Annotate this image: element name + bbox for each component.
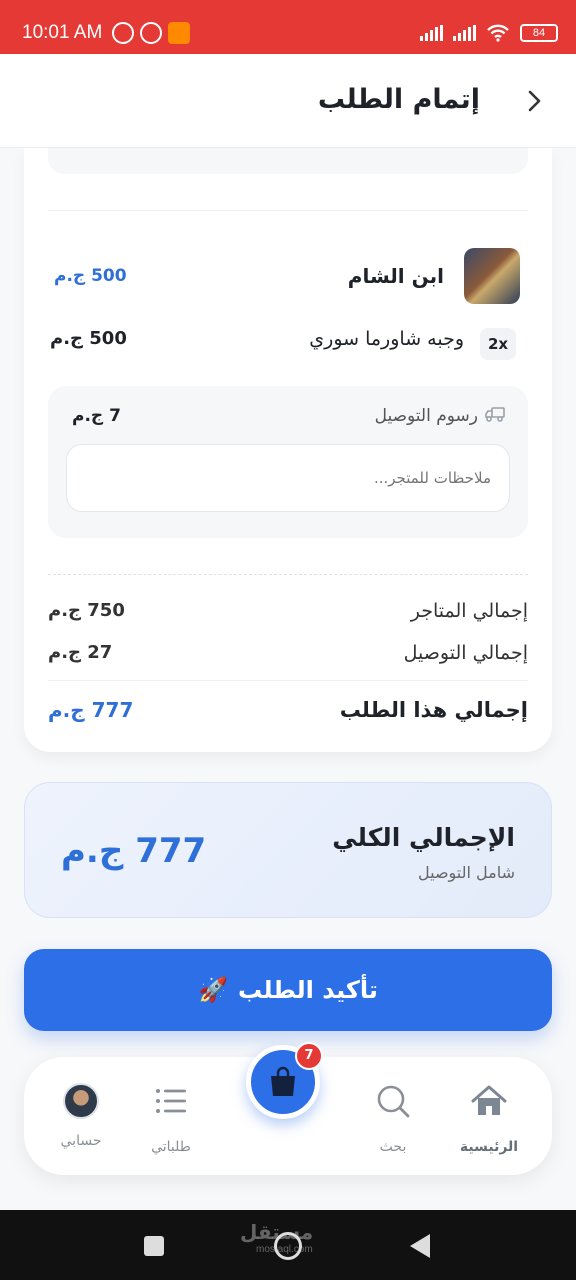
battery-icon: 84 [520,24,558,42]
item-name: وجبه شاورما سوري [309,328,464,350]
alarm-icon [112,22,134,44]
stores-total-value: 750 ج.م [48,600,125,621]
nav-item-orders[interactable]: طلباتي [126,1081,216,1155]
delivery-fee-value: 7 ج.م [72,406,121,426]
dashed-divider [48,574,528,575]
store-notes-input[interactable] [66,444,510,512]
status-system-icons: 84 [420,24,558,42]
order-total-value: 777 ج.م [48,698,134,722]
whatsapp-icon [140,22,162,44]
page-header: إتمام الطلب [0,54,576,148]
delivery-section: رسوم التوصيل 7 ج.م [48,386,528,538]
status-bar: 10:01 AM 84 [0,0,576,54]
delivery-fee-label: رسوم التوصيل [374,406,478,426]
item-quantity-badge: 2x [480,328,516,360]
divider [48,680,528,681]
order-card: ابن الشام 500 ج.م 2x وجبه شاورما سوري 50… [24,148,552,752]
bottom-nav: الرئيسية بحث 7 طلباتي حسابي [24,1042,552,1175]
previous-section-box [48,148,528,174]
order-total-row: إجمالي هذا الطلب 777 ج.م [48,698,528,728]
store-subtotal: 500 ج.م [54,266,127,286]
cart-button[interactable]: 7 [246,1042,323,1119]
back-button[interactable] [410,1234,430,1258]
order-total-label: إجمالي هذا الطلب [339,698,528,722]
chevron-right-icon[interactable] [520,86,548,116]
grand-total-card: الإجمالي الكلي شامل التوصيل 777 ج.م [24,782,552,918]
page-title: إتمام الطلب [317,84,480,115]
home-icon [471,1085,507,1115]
wifi-icon [487,24,509,42]
delivery-total-label: إجمالي التوصيل [403,642,528,664]
truck-icon [485,407,505,422]
cart-count-badge: 7 [295,1042,323,1070]
status-notification-icons [112,22,190,44]
shopping-bag-icon [271,1066,295,1096]
search-icon [377,1085,410,1118]
grand-total-amount: 777 ج.م [61,831,207,871]
app-notification-icon [168,22,190,44]
signal-icon [420,25,443,41]
rocket-icon: 🚀 [198,976,229,1004]
grand-total-subtitle: شامل التوصيل [418,863,515,882]
item-price: 500 ج.م [50,328,127,349]
stores-total-row: إجمالي المتاجر 750 ج.م [48,600,528,630]
confirm-order-button[interactable]: تأكيد الطلب 🚀 [24,949,552,1031]
nav-label-home: الرئيسية [459,1139,519,1155]
store-name: ابن الشام [347,264,444,288]
grand-total-title: الإجمالي الكلي [332,823,515,852]
confirm-order-label: تأكيد الطلب [238,976,378,1004]
nav-label-account: حسابي [60,1133,102,1149]
stores-total-label: إجمالي المتاجر [410,600,528,622]
nav-item-search[interactable]: بحث [348,1081,438,1155]
delivery-total-row: إجمالي التوصيل 27 ج.م [48,642,528,672]
avatar [63,1083,99,1119]
list-icon [156,1089,186,1113]
nav-item-home[interactable]: الرئيسية [444,1081,534,1155]
system-nav-bar: مستقل mostaql.com [0,1210,576,1280]
home-button[interactable] [274,1232,302,1260]
recents-button[interactable] [144,1236,164,1256]
delivery-total-value: 27 ج.م [48,642,113,663]
nav-label-search: بحث [379,1139,407,1155]
divider [48,210,528,211]
signal-icon [453,25,476,41]
nav-label-orders: طلباتي [151,1139,191,1155]
nav-item-account[interactable]: حسابي [36,1081,126,1149]
store-image [464,248,520,304]
status-time: 10:01 AM [22,22,103,43]
